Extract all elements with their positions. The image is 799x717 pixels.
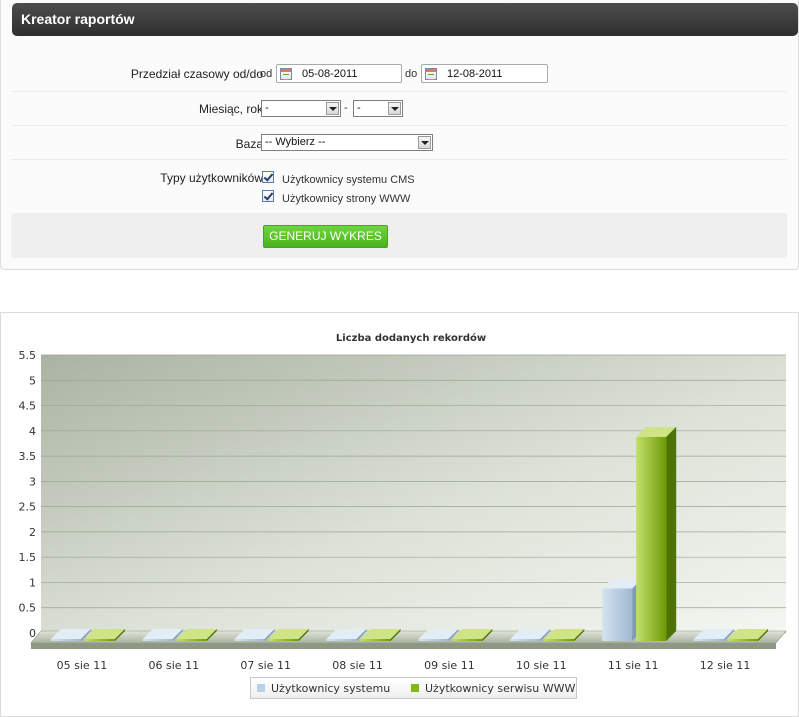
y-tick-label: 2 [29,526,36,539]
y-tick-label: 5.5 [19,349,37,362]
year-select-value: - [357,102,361,114]
bar-www-users [728,639,759,641]
y-tick-label: 2.5 [19,501,37,514]
bar-system-users [50,639,81,641]
y-tick-label: 3 [29,475,36,488]
x-tick-label: 11 sie 11 [608,659,659,672]
bar-system-users [602,588,633,641]
cms-users-checkbox[interactable] [262,171,274,183]
x-tick-label: 05 sie 11 [57,659,108,672]
legend-item-system-users[interactable]: Użytkownicy systemu [257,682,390,695]
date-from-value: 05-08-2011 [302,68,358,80]
legend-label-www-users: Użytkownicy serwisu WWW [425,682,576,695]
database-select[interactable]: -- Wybierz -- [261,134,433,151]
generate-chart-button[interactable]: GENERUJ WYKRES [263,225,388,248]
panel-header: Kreator raportów [12,3,798,36]
form-actions-bar: GENERUJ WYKRES [11,213,787,258]
date-to-prefix: do [405,68,418,80]
bar-www-users [452,639,483,641]
x-tick-label: 06 sie 11 [149,659,200,672]
bar-chart: Liczba dodanych rekordów 00.511.522.533.… [19,332,787,672]
www-users-checkbox[interactable] [262,190,274,202]
x-tick-label: 12 sie 11 [700,659,751,672]
bar-system-users [326,639,357,641]
legend-item-www-users[interactable]: Użytkownicy serwisu WWW [411,682,575,695]
user-types-label: Typy użytkowników [160,171,263,185]
database-select-value: -- Wybierz -- [265,136,326,148]
bar-www-users [268,639,299,641]
bar-system-users [234,639,265,641]
y-tick-label: 1 [29,576,36,589]
legend-swatch-green [411,684,419,692]
bar-system-users [510,639,541,641]
date-from-prefix: od [260,68,273,80]
bar-www-users [636,436,667,641]
x-tick-label: 09 sie 11 [424,659,475,672]
calendar-icon[interactable] [425,68,437,80]
y-tick-label: 4 [29,425,36,438]
y-tick-label: 5 [29,374,36,387]
bar-www-users [544,639,575,641]
month-select-value: - [265,102,269,114]
chart-floor-edge [31,643,776,649]
chevron-down-icon[interactable] [388,102,401,115]
www-users-option-label[interactable]: Użytkownicy strony WWW [282,193,410,205]
month-select[interactable]: - [261,100,341,117]
y-tick-label: 3.5 [19,450,37,463]
panel-title: Kreator raportów [21,11,135,27]
bar-system-users [142,639,173,641]
date-from-field[interactable]: 05-08-2011 [276,64,402,83]
database-label: Baza [235,137,263,151]
bar-side-face [666,426,677,641]
y-tick-label: 4.5 [19,400,37,413]
chart-legend: Użytkownicy systemu Użytkownicy serwisu … [250,677,577,699]
y-tick-label: 0.5 [19,602,37,615]
bar-www-users [360,639,391,641]
bar-www-users [84,639,115,641]
date-range-label: Przedział czasowy od/do [130,67,263,81]
x-tick-label: 07 sie 11 [240,659,291,672]
month-year-separator: - [344,102,348,114]
year-select[interactable]: - [353,100,403,117]
bar-www-users [176,639,207,641]
y-tick-label: 1.5 [19,551,37,564]
legend-label-system-users: Użytkownicy systemu [271,682,391,695]
x-tick-label: 08 sie 11 [332,659,383,672]
chart-container: Liczba dodanych rekordów 0 0.5 1 1.5 2 2.5 3 3.… [0,312,799,717]
cms-users-option-label[interactable]: Użytkownicy systemu CMS [282,174,415,186]
chevron-down-icon[interactable] [326,102,339,115]
legend-swatch-blue [257,684,265,692]
x-tick-label: 10 sie 11 [516,659,567,672]
bar-system-users [418,639,449,641]
date-to-field[interactable]: 12-08-2011 [421,64,548,83]
bar-system-users [694,639,725,641]
calendar-icon[interactable] [280,68,292,80]
month-year-label: Miesiąc, rok [198,102,263,116]
chevron-down-icon[interactable] [418,136,431,149]
chart-title: Liczba dodanych rekordów [336,332,486,344]
date-to-value: 12-08-2011 [447,68,503,80]
plot-area: 00.511.522.533.544.555.505 sie 11 06 sie … [19,349,787,672]
